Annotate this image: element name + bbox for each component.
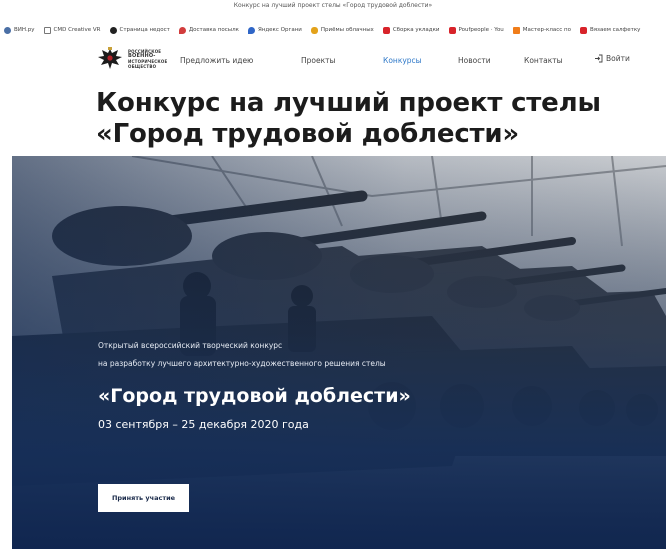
browser-chrome: Конкурс на лучший проект стелы «Город тр… (0, 0, 666, 42)
bookmark-icon (512, 26, 520, 34)
pin-icon (178, 26, 186, 34)
page-icon (43, 26, 51, 34)
site-header: РОССИЙСКОЕ ВОЕННО- ИСТОРИЧЕСКОЕ ОБЩЕСТВО… (0, 42, 666, 80)
globe-icon (4, 26, 11, 34)
hero-title: «Город трудовой доблести» (98, 385, 411, 407)
bookmark-item[interactable]: Сборка укладки (382, 26, 440, 34)
bookmarks-bar: ВИН.ру CMD Creative VR Страница недост Д… (0, 24, 666, 36)
page-title: Конкурс на лучший проект стелы «Город тр… (96, 88, 601, 150)
nav-projects[interactable]: Проекты (301, 56, 335, 65)
page-title-line1: Конкурс на лучший проект стелы (96, 88, 601, 118)
bookmark-item[interactable]: Вязаем салфетку (579, 26, 640, 34)
hero-subtitle-line2: на разработку лучшего архитектурно-худож… (98, 359, 386, 368)
login-icon (595, 54, 603, 63)
bookmark-item[interactable]: Мастер-класс по (512, 26, 571, 34)
bookmark-item[interactable]: Приёмы облачных (310, 26, 374, 34)
hero-dates: 03 сентября – 25 декабря 2020 года (98, 418, 309, 431)
nav-news[interactable]: Новости (458, 56, 491, 65)
eagle-emblem-icon (98, 47, 122, 69)
login-link[interactable]: Войти (594, 54, 630, 63)
bookmark-item[interactable]: Яндекс Органи (247, 26, 302, 34)
nav-contests[interactable]: Конкурсы (383, 56, 422, 65)
tab-title: Конкурс на лучший проект стелы «Город тр… (233, 2, 433, 9)
cloud-icon (310, 26, 318, 34)
bookmark-item[interactable]: Poufpeople · You (448, 26, 504, 34)
page-title-line2: «Город трудовой доблести» (96, 119, 520, 149)
logo-text: РОССИЙСКОЕ ВОЕННО- ИСТОРИЧЕСКОЕ ОБЩЕСТВО (128, 48, 168, 70)
map-pin-icon (247, 26, 255, 34)
site-logo[interactable]: РОССИЙСКОЕ ВОЕННО- ИСТОРИЧЕСКОЕ ОБЩЕСТВО (96, 45, 167, 73)
bookmark-item[interactable]: ВИН.ру (4, 26, 35, 34)
bookmark-item[interactable]: CMD Creative VR (43, 26, 101, 34)
nav-suggest-idea[interactable]: Предложить идею (180, 56, 253, 65)
participate-button[interactable]: Принять участие (98, 484, 189, 512)
youtube-icon (579, 26, 587, 34)
nav-contacts[interactable]: Контакты (524, 56, 563, 65)
youtube-icon (382, 26, 390, 34)
hero-subtitle-line1: Открытый всероссийский творческий конкур… (98, 341, 283, 350)
moon-icon (109, 26, 117, 34)
bookmark-item[interactable]: Доставка посылк (178, 26, 239, 34)
youtube-icon (448, 26, 456, 34)
bookmark-item[interactable]: Страница недост (109, 26, 170, 34)
